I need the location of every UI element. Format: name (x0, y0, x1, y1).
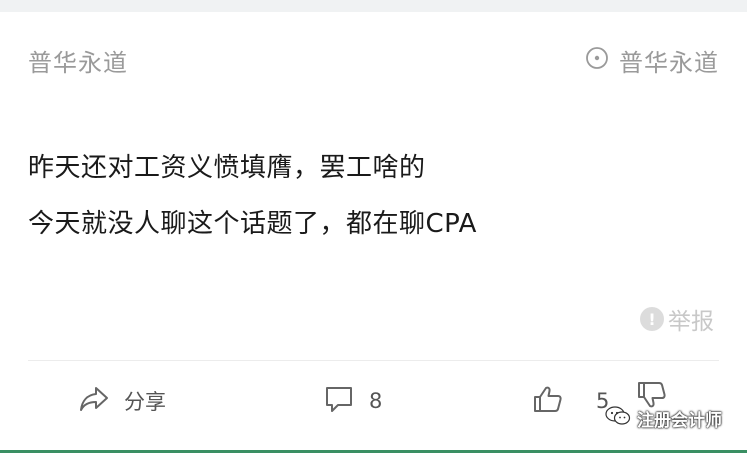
follow-label: 普华永道 (619, 48, 719, 77)
post-line: 昨天还对工资义愤填膺，罢工啥的 (28, 153, 426, 183)
thumbs-up-icon (532, 384, 564, 418)
comment-bubble-icon (323, 384, 355, 418)
wechat-icon (605, 405, 631, 431)
post-content: 昨天还对工资义愤填膺，罢工啥的 今天就没人聊这个话题了，都在聊CPA (28, 140, 719, 252)
exclamation-icon: ! (640, 307, 664, 331)
share-arrow-icon (78, 384, 110, 418)
like-button[interactable]: 5 (532, 384, 609, 418)
report-button[interactable]: ! 举报 (640, 302, 714, 336)
share-label: 分享 (124, 390, 166, 414)
divider (28, 360, 719, 361)
target-circle-icon (585, 46, 609, 74)
watermark: 注册会计师 (605, 405, 722, 431)
post-header: 普华永道 普华永道 (28, 43, 719, 77)
follow-button[interactable]: 普华永道 (585, 43, 719, 78)
share-button[interactable]: 分享 (78, 384, 166, 418)
comment-count: 8 (369, 389, 383, 413)
author-name[interactable]: 普华永道 (28, 43, 128, 78)
post-line: 今天就没人聊这个话题了，都在聊CPA (28, 209, 477, 239)
report-label: 举报 (668, 309, 714, 335)
watermark-text: 注册会计师 (637, 410, 722, 431)
comment-button[interactable]: 8 (323, 384, 382, 418)
